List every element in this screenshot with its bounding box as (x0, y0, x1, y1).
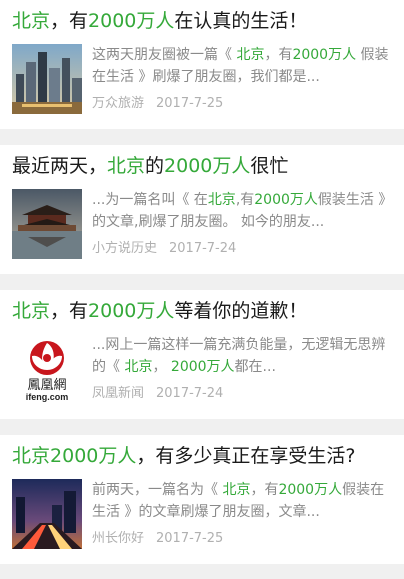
divider (0, 419, 404, 435)
article-byline: 小方说历史 2017-7-24 (92, 237, 392, 256)
article-byline: 州长你好 2017-7-25 (92, 527, 392, 546)
source-name: 小方说历史 (92, 241, 158, 256)
source-name: 万众旅游 (92, 96, 145, 111)
snippet-text: 这两天朋友圈被一篇《 (92, 47, 237, 63)
snippet-highlight: 北京 (222, 482, 251, 498)
forbidden-city-image[interactable] (12, 189, 82, 259)
article-title[interactable]: 北京2000万人，有多少真正在享受生活? (12, 443, 392, 469)
article-title[interactable]: 最近两天，北京的2000万人很忙 (12, 153, 392, 179)
publish-date: 2017-7-24 (169, 241, 237, 256)
article-title[interactable]: 北京，有2000万人等着你的道歉！ (12, 298, 392, 324)
title-highlight: 2000万人 (88, 10, 175, 32)
article-card[interactable]: 北京，有2000万人在认真的生活！ 这两天朋友圈被一篇《 北京，有2000万人 … (0, 0, 404, 129)
title-text: 很忙 (250, 155, 289, 177)
logo-subtext: ifeng.com (26, 392, 69, 402)
title-text: ，有 (50, 10, 89, 32)
logo-text: 鳳凰網 (27, 378, 66, 393)
snippet-highlight: 北京 (124, 359, 153, 375)
publish-date: 2017-7-25 (156, 96, 224, 111)
title-highlight: 2000万人 (50, 445, 137, 467)
article-title[interactable]: 北京，有2000万人在认真的生活！ (12, 8, 392, 34)
title-text: 的 (145, 155, 165, 177)
snippet-highlight: 2000万人 (170, 359, 235, 375)
snippet-highlight: 北京 (236, 47, 265, 63)
snippet-highlight: 2000万人 (278, 482, 343, 498)
night-traffic-image[interactable] (12, 479, 82, 549)
title-text: 在认真的生活！ (174, 10, 308, 32)
snippet-text: ， (152, 359, 171, 375)
title-highlight: 2000万人 (164, 155, 251, 177)
title-text: ，有多少真正在享受生活? (136, 445, 356, 467)
ifeng-logo[interactable]: 鳳凰網 ifeng.com (12, 334, 82, 404)
article-card[interactable]: 北京2000万人，有多少真正在享受生活? 前两天，一篇名为《 北京，有2000万… (0, 435, 404, 564)
snippet-text: ，有 (264, 47, 293, 63)
article-card[interactable]: 最近两天，北京的2000万人很忙 ...为一篇名叫《 在北京,有2000万人假装… (0, 145, 404, 274)
snippet-highlight: 2000万人 (292, 47, 357, 63)
title-highlight: 北京 (12, 300, 51, 322)
snippet-highlight: 北京 (207, 192, 236, 208)
title-highlight: 北京 (12, 445, 51, 467)
title-highlight: 北京 (107, 155, 146, 177)
article-byline: 凤凰新闻 2017-7-24 (92, 382, 392, 401)
article-byline: 万众旅游 2017-7-25 (92, 92, 392, 111)
article-snippet: 前两天，一篇名为《 北京，有2000万人假装在生活 》的文章刷爆了朋友圈，文章.… (92, 479, 392, 523)
title-highlight: 北京 (12, 10, 51, 32)
divider (0, 274, 404, 290)
title-text: ，有 (50, 300, 89, 322)
snippet-highlight: 2000万人 (254, 192, 318, 208)
publish-date: 2017-7-25 (156, 531, 224, 546)
snippet-text: ,有 (235, 192, 255, 208)
snippet-text: 前两天，一篇名为《 (92, 482, 223, 498)
article-snippet: ...网上一篇这样一篇充满负能量，无逻辑无思辨的《 北京， 2000万人都在..… (92, 334, 392, 378)
snippet-text: ，有 (250, 482, 279, 498)
article-list: 北京，有2000万人在认真的生活！ 这两天朋友圈被一篇《 北京，有2000万人 … (0, 0, 404, 564)
article-snippet: ...为一篇名叫《 在北京,有2000万人假装生活 》的文章,刷爆了朋友圈。 如… (92, 189, 392, 233)
source-name: 州长你好 (92, 531, 145, 546)
publish-date: 2017-7-24 (156, 386, 224, 401)
title-text: 等着你的道歉！ (174, 300, 308, 322)
source-name: 凤凰新闻 (92, 386, 145, 401)
title-text: 最近两天， (12, 155, 108, 177)
city-skyline-image[interactable] (12, 44, 82, 114)
snippet-text: ...为一篇名叫《 在 (92, 192, 208, 208)
snippet-text: 都在... (234, 359, 276, 375)
divider (0, 129, 404, 145)
article-card[interactable]: 北京，有2000万人等着你的道歉！ 鳳凰網 ifeng.com ...网上一篇这… (0, 290, 404, 419)
article-snippet: 这两天朋友圈被一篇《 北京，有2000万人 假装在生活 》刷爆了朋友圈，我们都是… (92, 44, 392, 88)
ifeng-logo-icon: 鳳凰網 ifeng.com (26, 341, 69, 402)
title-highlight: 2000万人 (88, 300, 175, 322)
